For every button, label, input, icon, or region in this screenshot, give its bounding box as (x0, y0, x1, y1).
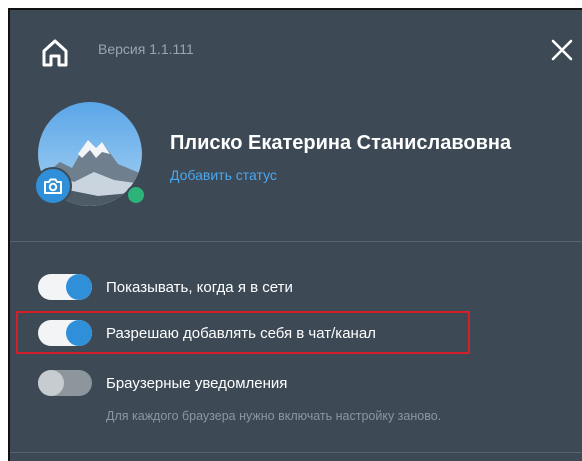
allow-add-to-chat-label: Разрешаю добавлять себя в чат/канал (106, 324, 376, 342)
close-icon (551, 39, 573, 61)
setting-show-online[interactable]: Показывать, когда я в сети (38, 272, 293, 302)
user-full-name: Плиско Екатерина Станиславовна (170, 132, 512, 154)
browser-notifications-toggle[interactable] (38, 370, 92, 396)
setting-browser-notifications[interactable]: Браузерные уведомления (38, 368, 287, 398)
browser-notifications-hint: Для каждого браузера нужно включать наст… (106, 409, 442, 423)
allow-add-to-chat-toggle[interactable] (38, 320, 92, 346)
profile-settings-panel: Версия 1.1.111 Плиско Екатерина Станисла… (8, 8, 582, 461)
online-status-indicator (126, 185, 146, 205)
close-button[interactable] (548, 36, 576, 64)
home-icon (42, 39, 68, 67)
show-online-toggle[interactable] (38, 274, 92, 300)
add-status-link[interactable]: Добавить статус (170, 167, 277, 183)
home-button[interactable] (38, 36, 72, 70)
bottom-divider (10, 452, 582, 453)
section-divider (10, 241, 582, 242)
camera-icon (44, 178, 62, 194)
change-photo-button[interactable] (34, 167, 72, 205)
version-label: Версия 1.1.111 (98, 41, 194, 57)
show-online-label: Показывать, когда я в сети (106, 278, 293, 296)
avatar-container (34, 102, 146, 212)
browser-notifications-label: Браузерные уведомления (106, 374, 288, 392)
setting-allow-add-to-chat[interactable]: Разрешаю добавлять себя в чат/канал (38, 318, 376, 348)
